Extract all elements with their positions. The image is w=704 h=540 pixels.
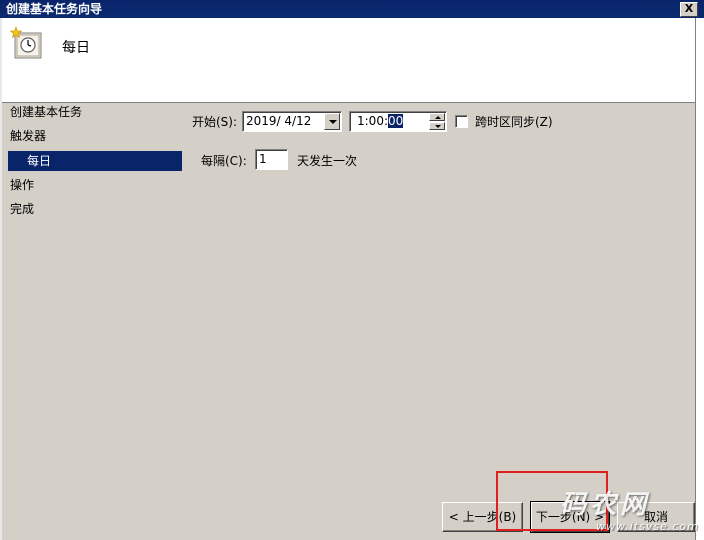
spin-down-button[interactable] <box>429 122 445 130</box>
recur-days-value: 1 <box>259 152 267 166</box>
window-right-edge <box>695 18 704 540</box>
window-title: 创建基本任务向导 <box>6 2 103 16</box>
step-finish[interactable]: 完成 <box>10 199 34 219</box>
sync-timezone-label: 跨时区同步(Z) <box>475 115 553 129</box>
start-date-picker[interactable]: 2019/ 4/12 <box>242 111 342 132</box>
spin-up-button[interactable] <box>429 113 445 121</box>
date-dropdown-button[interactable] <box>324 113 340 130</box>
start-time-value: 1:00: <box>357 114 388 128</box>
recur-label: 每隔(C): <box>201 154 247 168</box>
sync-timezone-checkbox[interactable] <box>455 115 468 128</box>
close-button[interactable]: X <box>680 2 698 17</box>
wizard-steps: 创建基本任务 触发器 每日 操作 完成 <box>0 102 185 502</box>
task-clock-icon <box>10 26 42 59</box>
start-time-selected-part: 00 <box>388 114 404 128</box>
step-daily[interactable]: 每日 <box>8 151 182 171</box>
page-title: 每日 <box>62 40 90 56</box>
title-bar: 创建基本任务向导 X <box>0 0 704 18</box>
step-trigger[interactable]: 触发器 <box>10 126 46 146</box>
start-time-input[interactable]: 1:00:00 <box>349 111 447 132</box>
start-date-value: 2019/ 4/12 <box>246 114 312 128</box>
start-label: 开始(S): <box>192 115 238 129</box>
step-create-basic-task[interactable]: 创建基本任务 <box>10 102 82 122</box>
time-spinner[interactable] <box>429 113 445 130</box>
wizard-header: 每日 <box>0 18 704 103</box>
recur-days-input[interactable]: 1 <box>255 149 288 170</box>
step-action[interactable]: 操作 <box>10 175 34 195</box>
watermark-logo: 码农网 <box>560 490 651 520</box>
watermark-url: www.itsvse.com <box>596 520 699 533</box>
recur-suffix: 天发生一次 <box>297 154 358 168</box>
